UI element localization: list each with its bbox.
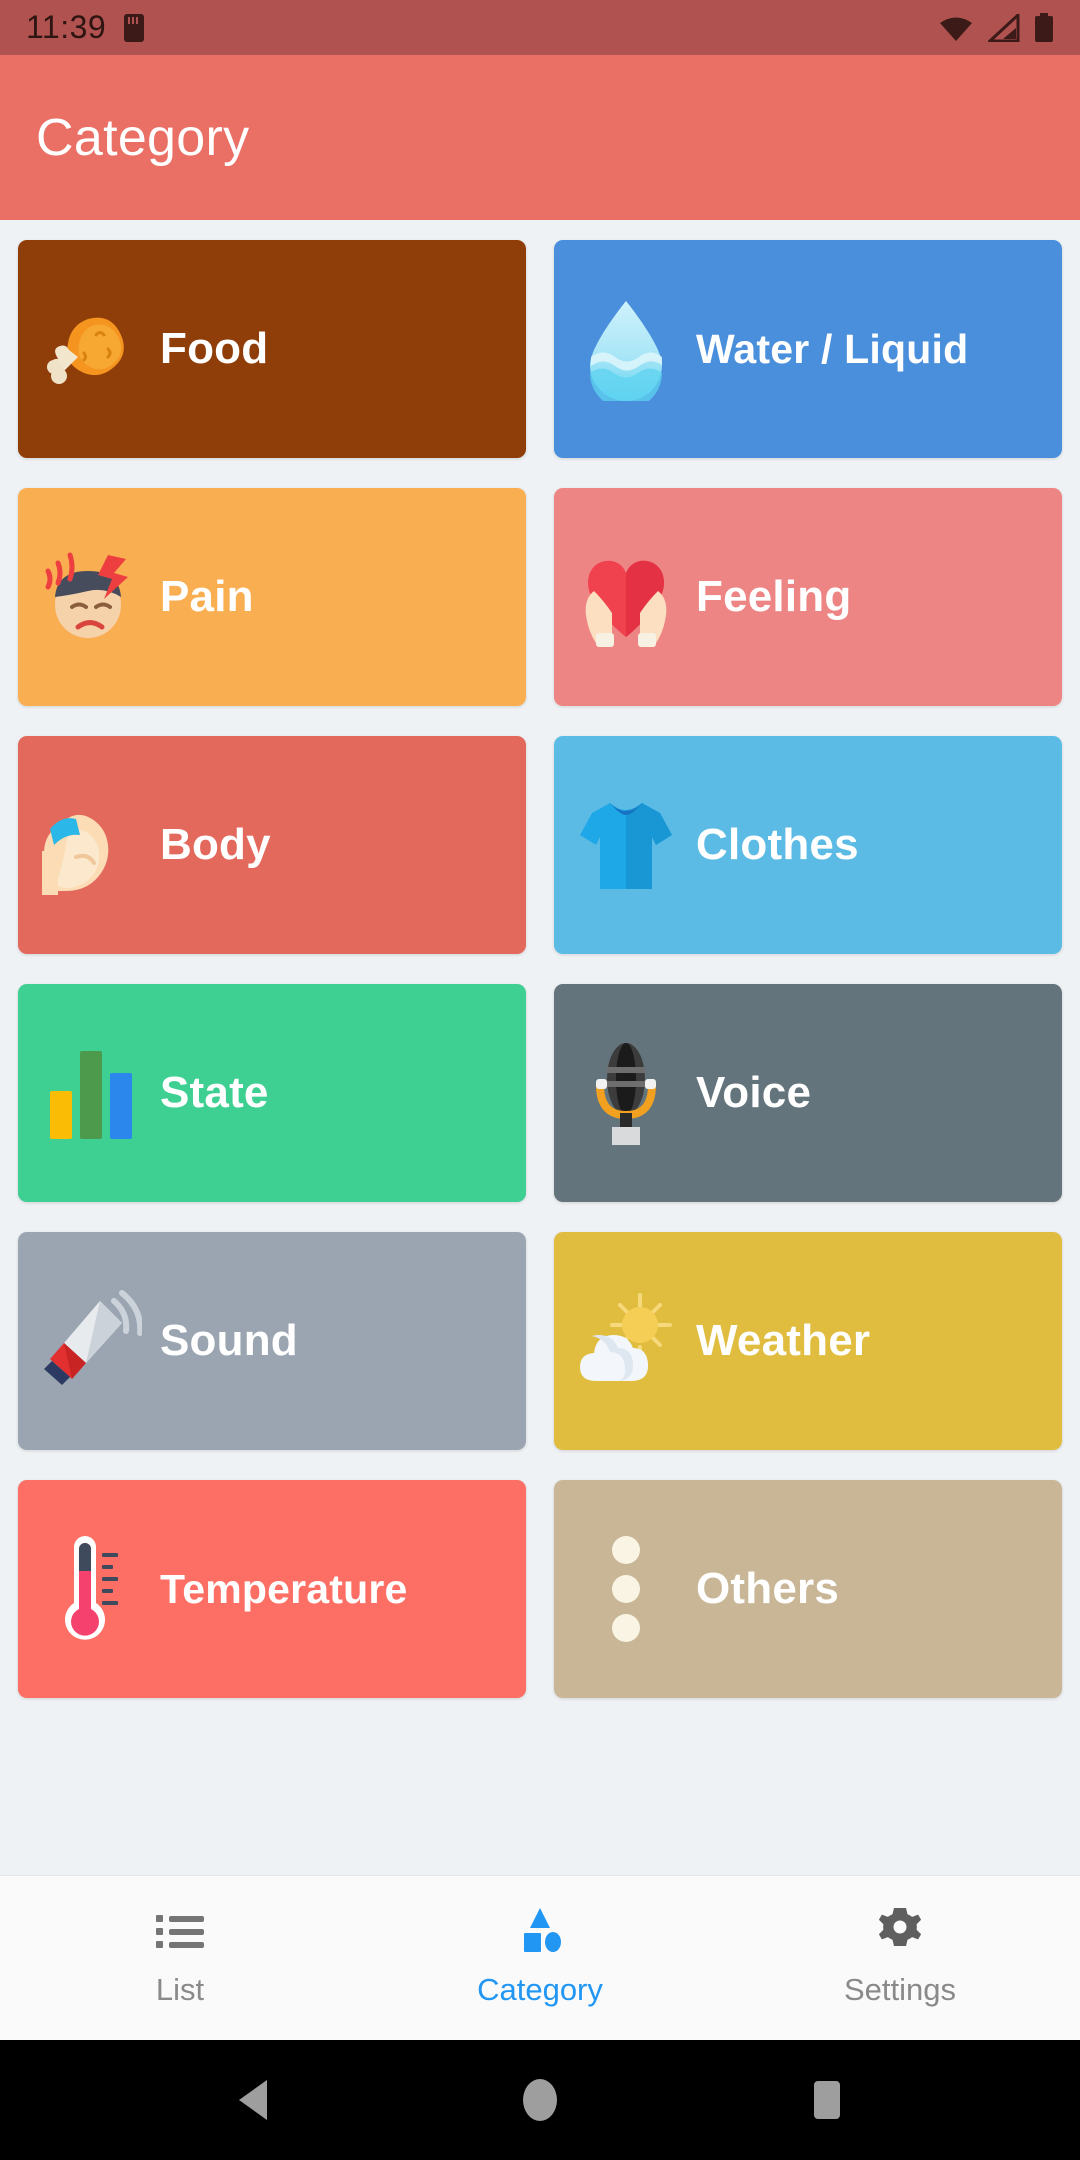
- category-label: Food: [160, 324, 269, 373]
- category-label: Voice: [696, 1068, 812, 1117]
- category-card-voice[interactable]: Voice: [554, 984, 1062, 1202]
- category-label: Pain: [160, 572, 254, 621]
- cellular-signal-icon: [988, 13, 1020, 42]
- flexed-bicep-icon: [34, 780, 146, 910]
- three-dots-icon: [570, 1524, 682, 1654]
- category-card-state[interactable]: State: [18, 984, 526, 1202]
- category-label: Body: [160, 820, 271, 869]
- category-grid-container: Food Water / Liquid Pain Feeling Body Cl…: [0, 220, 1080, 1875]
- category-card-water-liquid[interactable]: Water / Liquid: [554, 240, 1062, 458]
- category-label: State: [160, 1068, 269, 1117]
- megaphone-icon: [34, 1276, 146, 1406]
- bar-chart-icon: [34, 1028, 146, 1158]
- list-icon: [156, 1908, 204, 1954]
- category-card-clothes[interactable]: Clothes: [554, 736, 1062, 954]
- shapes-icon: [516, 1908, 564, 1954]
- status-bar-right: [938, 12, 1054, 43]
- gear-icon: [877, 1908, 923, 1954]
- category-grid: Food Water / Liquid Pain Feeling Body Cl…: [18, 240, 1062, 1698]
- recents-button[interactable]: [807, 2078, 847, 2122]
- nav-label: List: [155, 1972, 205, 2007]
- status-bar-left: 11:39: [26, 9, 145, 46]
- app-root: 11:39 Category Food Water / Liquid Pain …: [0, 0, 1080, 2160]
- battery-icon: [1034, 12, 1054, 43]
- back-button[interactable]: [233, 2078, 273, 2122]
- category-label: Sound: [160, 1316, 298, 1365]
- category-label: Clothes: [696, 820, 859, 869]
- status-bar: 11:39: [0, 0, 1080, 55]
- page-title: Category: [36, 108, 250, 167]
- t-shirt-icon: [570, 780, 682, 910]
- home-button[interactable]: [520, 2076, 560, 2124]
- category-card-sound[interactable]: Sound: [18, 1232, 526, 1450]
- category-label: Feeling: [696, 572, 852, 621]
- sun-behind-cloud-icon: [570, 1276, 682, 1406]
- system-navigation-bar: [0, 2040, 1080, 2160]
- app-bar: Category: [0, 55, 1080, 220]
- category-card-others[interactable]: Others: [554, 1480, 1062, 1698]
- thermometer-icon: [34, 1524, 146, 1654]
- nav-tab-list[interactable]: List: [0, 1908, 360, 2008]
- category-card-pain[interactable]: Pain: [18, 488, 526, 706]
- nav-label: Settings: [843, 1972, 956, 2007]
- wifi-icon: [938, 14, 974, 42]
- category-label: Temperature: [160, 1565, 408, 1612]
- category-label: Weather: [696, 1316, 871, 1365]
- category-card-body[interactable]: Body: [18, 736, 526, 954]
- category-card-weather[interactable]: Weather: [554, 1232, 1062, 1450]
- nav-tab-category[interactable]: Category: [360, 1908, 720, 2008]
- bottom-navigation-bar: List Category Settings: [0, 1875, 1080, 2040]
- fried-chicken-icon: [34, 284, 146, 414]
- nav-tab-settings[interactable]: Settings: [720, 1908, 1080, 2008]
- category-card-feeling[interactable]: Feeling: [554, 488, 1062, 706]
- heart-in-hands-icon: [570, 532, 682, 662]
- headache-face-icon: [34, 532, 146, 662]
- status-time: 11:39: [26, 9, 107, 45]
- microphone-icon: [570, 1028, 682, 1158]
- category-label: Others: [696, 1564, 840, 1613]
- sd-card-icon: [124, 13, 145, 42]
- nav-label: Category: [477, 1972, 603, 2007]
- category-card-temperature[interactable]: Temperature: [18, 1480, 526, 1698]
- category-card-food[interactable]: Food: [18, 240, 526, 458]
- water-drop-icon: [570, 284, 682, 414]
- category-label: Water / Liquid: [696, 325, 969, 372]
